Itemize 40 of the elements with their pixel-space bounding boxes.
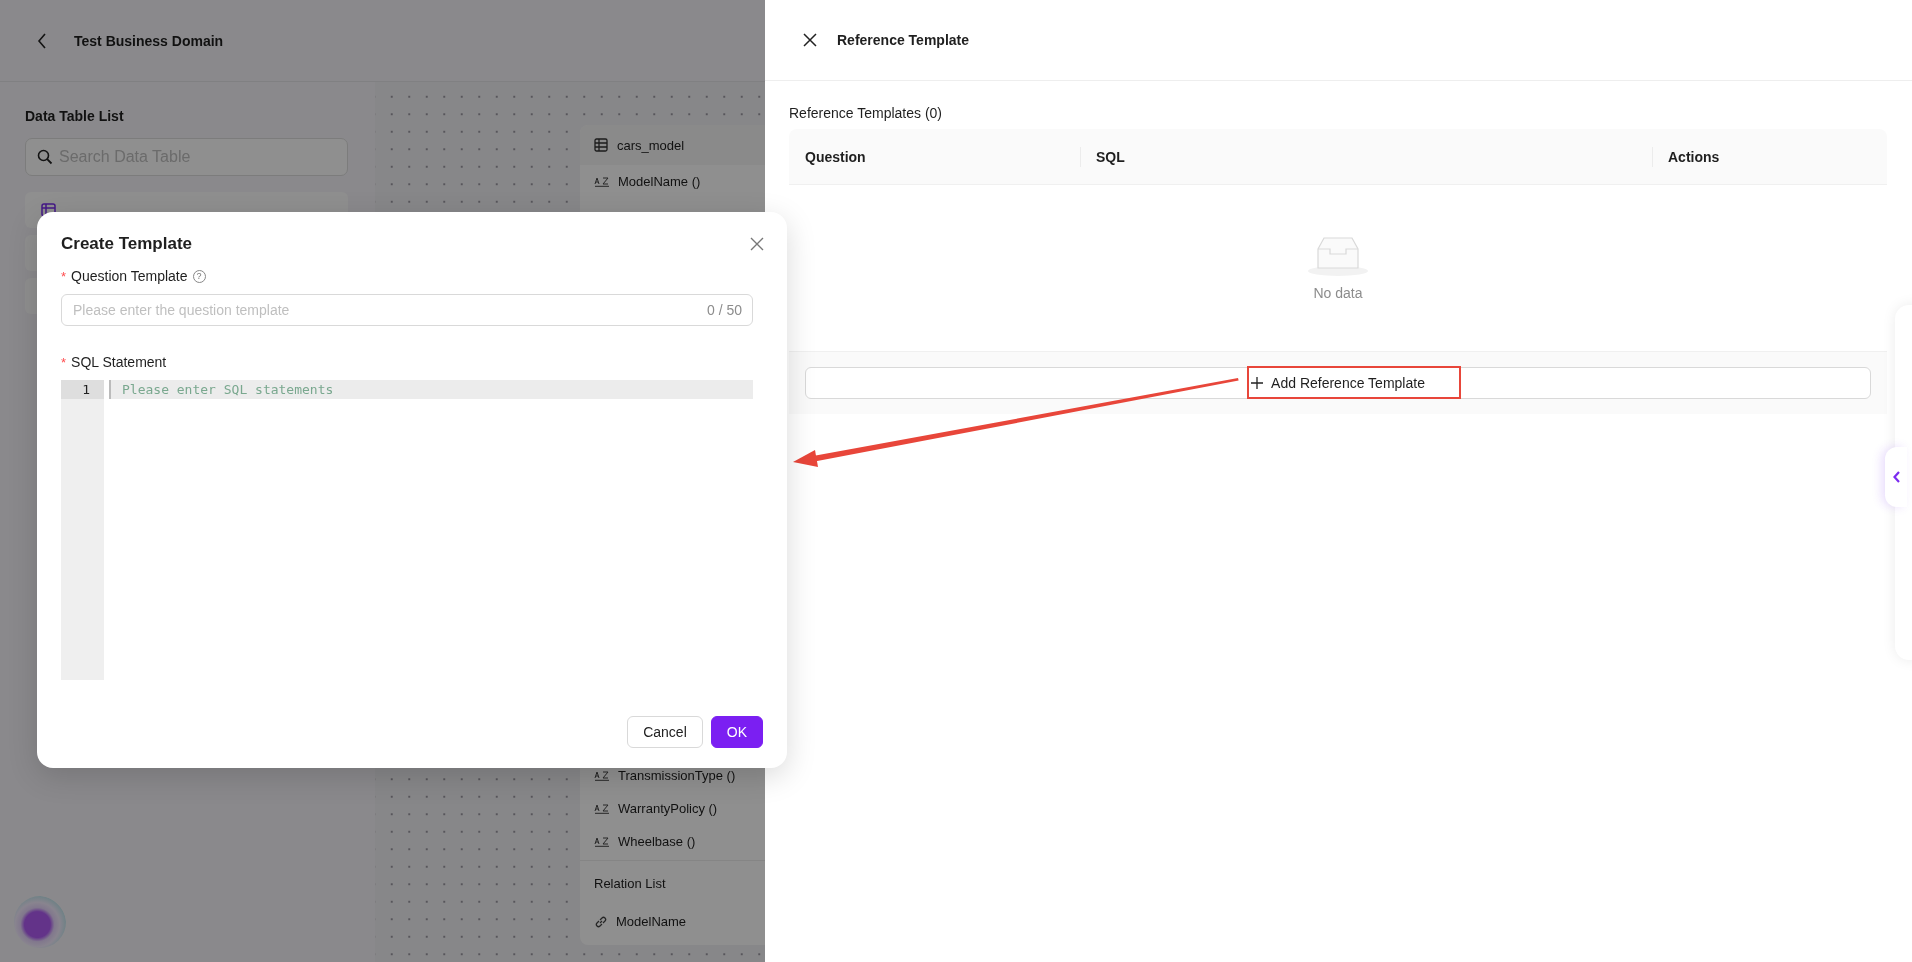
required-mark: * (61, 354, 67, 370)
section-title: Reference Templates (0) (789, 105, 944, 121)
text-type-icon (594, 176, 610, 187)
ok-button[interactable]: OK (710, 716, 763, 748)
char-counter: 0 / 50 (706, 302, 742, 318)
drawer-title: Reference Template (837, 32, 969, 48)
dialog-title: Create Template (61, 234, 192, 254)
collapse-tab[interactable] (1885, 447, 1907, 507)
back-icon[interactable] (37, 32, 47, 49)
column-header: Actions (1668, 148, 1720, 165)
link-icon (594, 914, 608, 929)
field-label: SQL Statement (71, 354, 167, 370)
sql-editor[interactable]: 1 Please enter SQL statements (61, 380, 753, 680)
column-header: SQL (1096, 148, 1125, 165)
close-icon[interactable] (803, 33, 817, 47)
cancel-button[interactable]: Cancel (627, 716, 703, 748)
text-type-icon (594, 836, 610, 847)
code-placeholder: Please enter SQL statements (122, 382, 334, 397)
empty-inbox-icon (1306, 235, 1370, 277)
column-header: Question (805, 148, 866, 165)
chevron-left-icon (1892, 471, 1900, 483)
relation-list-title: Relation List (594, 875, 666, 891)
search-icon (37, 149, 53, 165)
table-icon (594, 138, 608, 152)
field-name: Wheelbase () (618, 834, 696, 849)
field-name: TransmissionType () (618, 768, 736, 783)
relation-name: ModelName (616, 914, 687, 929)
add-template-button[interactable]: Add Reference Template (805, 367, 1871, 399)
sidebar-title: Data Table List (25, 108, 125, 124)
plus-icon (1251, 377, 1264, 389)
page-title: Test Business Domain (74, 32, 224, 49)
node-title: cars_model (617, 137, 685, 153)
empty-text: No data (1313, 285, 1363, 301)
required-mark: * (61, 268, 67, 284)
field-name: WarrantyPolicy () (618, 801, 718, 816)
field-label: Question Template (71, 268, 188, 284)
text-type-icon (594, 803, 610, 814)
line-number: 1 (61, 380, 104, 399)
text-type-icon (594, 770, 610, 781)
field-name: ModelName () (618, 174, 701, 189)
